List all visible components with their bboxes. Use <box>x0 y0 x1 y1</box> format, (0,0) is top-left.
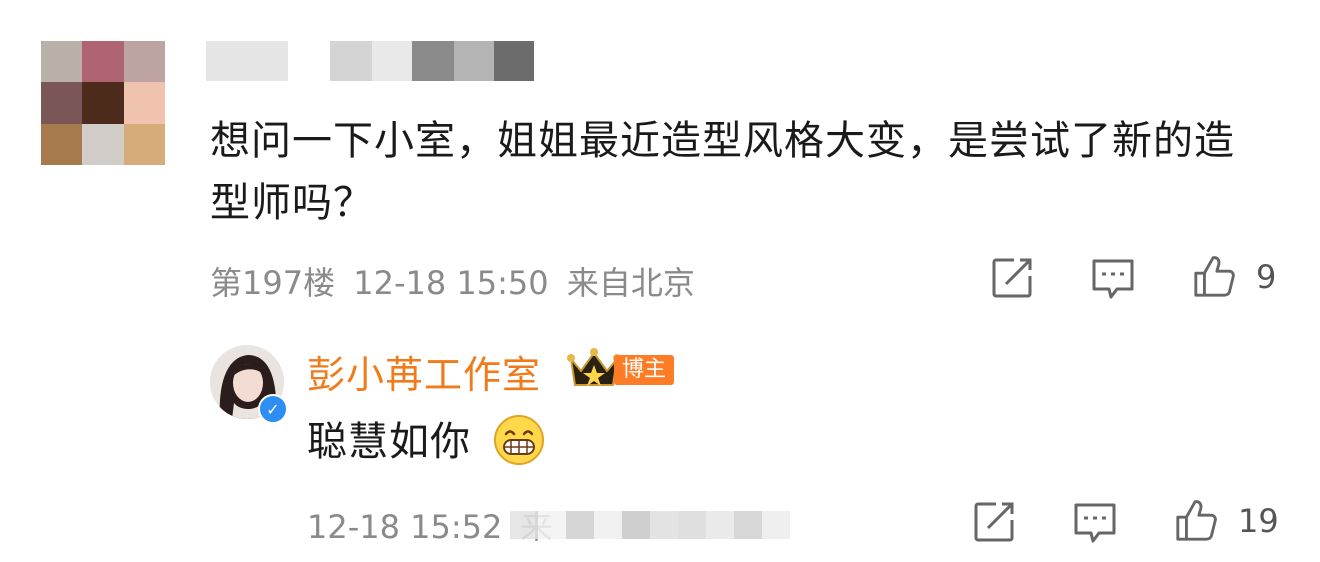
like-icon[interactable] <box>1174 498 1218 542</box>
comment-floor: 第197楼 <box>210 264 336 302</box>
name-pixel <box>206 41 288 81</box>
location-pixel <box>762 511 790 539</box>
name-pixel <box>372 41 412 81</box>
name-pixel <box>412 41 454 81</box>
reply-time: 12-18 15:52 <box>307 508 503 546</box>
avatar-pixel <box>82 123 124 165</box>
location-pixel <box>734 511 762 539</box>
avatar-pixel <box>41 123 83 165</box>
comment-time: 12-18 15:50 <box>353 264 549 302</box>
avatar-pixel <box>41 41 83 83</box>
location-pixel <box>594 511 622 539</box>
location-pixel <box>622 511 650 539</box>
location-pixel <box>650 511 678 539</box>
share-icon[interactable] <box>972 500 1016 544</box>
name-pixel <box>330 41 372 81</box>
avatar-pixel <box>82 41 124 83</box>
reply-author-name[interactable]: 彭小苒工作室 <box>307 344 541 399</box>
comment-meta: 第197楼 12-18 15:50 来自北京 <box>210 258 695 304</box>
location-pixel <box>510 511 538 539</box>
commenter-avatar-pixelated[interactable] <box>41 41 165 165</box>
avatar-pixel <box>41 82 83 124</box>
comment-text: 想问一下小室，姐姐最近造型风格大变，是尝试了新的造型师吗？ <box>210 118 1235 226</box>
location-pixel <box>538 511 566 539</box>
commenter-name-pixelated[interactable] <box>206 41 534 81</box>
name-pixel <box>494 41 534 81</box>
location-pixel <box>566 511 594 539</box>
comment-location: 来自北京 <box>566 264 695 302</box>
name-pixel <box>454 41 494 81</box>
grin-emoji-icon <box>494 415 544 465</box>
comment-icon[interactable] <box>1091 257 1135 301</box>
reply-text: 聪慧如你 <box>307 419 471 465</box>
share-icon[interactable] <box>990 256 1034 300</box>
host-badge: 博主 <box>614 355 675 385</box>
comment-icon[interactable] <box>1073 501 1117 545</box>
crown-icon <box>567 348 621 386</box>
reply-like-count: 19 <box>1238 502 1279 540</box>
avatar-pixel <box>123 41 165 83</box>
like-icon[interactable] <box>1192 254 1236 298</box>
avatar-pixel <box>123 123 165 165</box>
reply-location-pixelated <box>510 505 790 545</box>
verified-icon: ✓ <box>258 394 288 424</box>
avatar-pixel <box>123 82 165 124</box>
avatar-pixel <box>82 82 124 124</box>
name-pixel <box>288 41 330 81</box>
location-pixel <box>678 511 706 539</box>
comment-like-count: 9 <box>1256 258 1277 296</box>
location-pixel <box>706 511 734 539</box>
